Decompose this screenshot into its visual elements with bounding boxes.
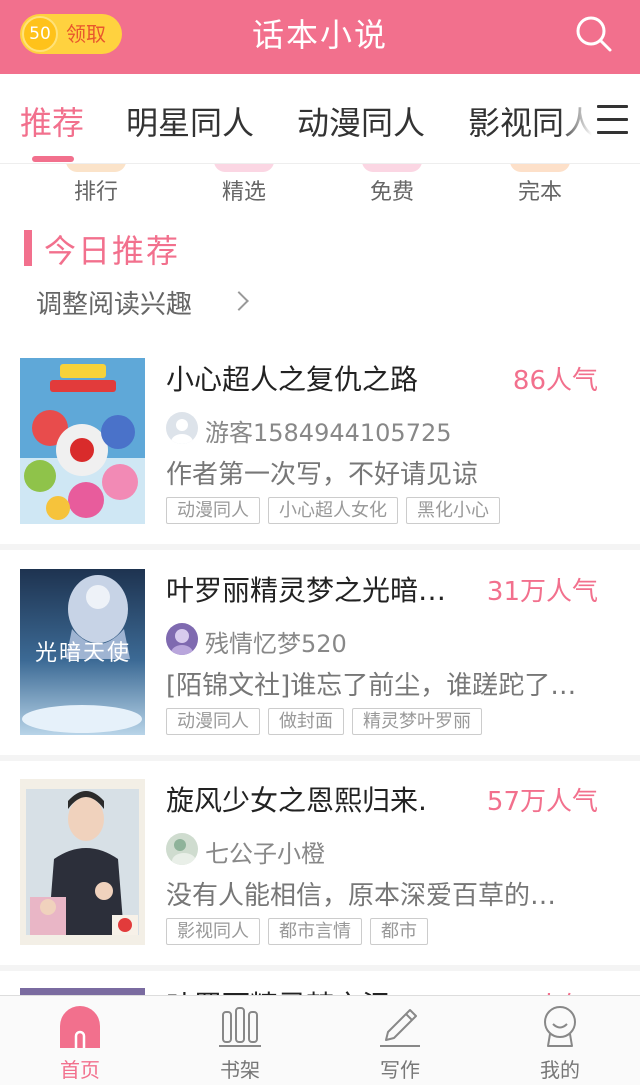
featured-icon: [214, 164, 274, 172]
section-accent-bar: [24, 230, 32, 266]
cover-title: 光暗天使: [34, 641, 131, 666]
nav-bookshelf[interactable]: 书架: [160, 996, 320, 1085]
book-cover: [20, 779, 145, 945]
book-tags: 动漫同人 做封面 精灵梦叶罗丽: [166, 708, 490, 736]
category-tabs: 推荐 明星同人 动漫同人 影视同人: [0, 74, 640, 164]
book-tags: 动漫同人 小心超人女化 黑化小心: [166, 497, 508, 525]
tab-celebrity-fanfic[interactable]: 明星同人: [126, 98, 254, 144]
app-header: 50 领取 话本小说: [0, 0, 640, 74]
book-title: 叶罗丽精灵梦之光暗…: [166, 574, 447, 607]
book-popularity: 31万人气: [486, 577, 598, 607]
book-popularity: 57万人气: [486, 787, 598, 817]
chevron-right-icon: [229, 291, 249, 311]
book-popularity: 86人气: [512, 366, 598, 396]
tab-anime-fanfic[interactable]: 动漫同人: [297, 98, 425, 144]
nav-profile-label: 我的: [540, 1058, 580, 1082]
book-tag[interactable]: 影视同人: [166, 918, 260, 945]
book-tag[interactable]: 黑化小心: [406, 497, 500, 524]
book-author: 残情忆梦520: [205, 630, 347, 658]
book-tag[interactable]: 都市言情: [268, 918, 362, 945]
book-tag[interactable]: 动漫同人: [166, 708, 260, 735]
shortcut-free-label: 免费: [369, 180, 414, 205]
bottom-nav: 首页 书架 写作 我的: [0, 995, 640, 1085]
section-title: 今日推荐: [44, 232, 181, 270]
book-description: 没有人能相信，原本深爱百草的…: [166, 881, 557, 911]
completed-icon: [510, 164, 570, 172]
free-icon: [362, 164, 422, 172]
shortcut-featured[interactable]: 精选: [184, 164, 304, 210]
book-cover: 光暗天使: [20, 569, 145, 735]
avatar: [166, 623, 198, 655]
pencil-icon: [378, 1004, 422, 1048]
home-icon: [58, 1004, 102, 1048]
search-icon[interactable]: [572, 12, 616, 56]
nav-home-label: 首页: [60, 1058, 100, 1082]
shortcut-ranking[interactable]: 排行: [36, 164, 156, 210]
shortcut-completed[interactable]: 完本: [480, 164, 600, 210]
shortcut-free[interactable]: 免费: [332, 164, 452, 210]
book-description: [陌锦文社]谁忘了前尘，谁蹉跎了…: [166, 671, 577, 701]
book-tag[interactable]: 小心超人女化: [268, 497, 398, 524]
menu-icon[interactable]: [592, 74, 640, 162]
nav-bookshelf-label: 书架: [220, 1058, 260, 1082]
book-description: 作者第一次写，不好请见谅: [166, 460, 479, 490]
bookshelf-icon: [218, 1004, 262, 1048]
nav-write-label: 写作: [380, 1058, 420, 1082]
app-title: 话本小说: [251, 16, 388, 54]
book-author: 七公子小橙: [205, 840, 325, 868]
shortcut-ranking-label: 排行: [73, 180, 118, 205]
book-tag[interactable]: 都市: [370, 918, 428, 945]
book-tag[interactable]: 精灵梦叶罗丽: [352, 708, 482, 735]
book-tag[interactable]: 做封面: [268, 708, 344, 735]
book-cover: [20, 358, 145, 524]
book-title: 旋风少女之恩熙归来.: [166, 784, 427, 817]
book-author: 游客1584944105725: [205, 419, 452, 447]
nav-profile[interactable]: 我的: [480, 996, 640, 1085]
shortcut-featured-label: 精选: [221, 180, 266, 205]
nav-home[interactable]: 首页: [0, 996, 160, 1085]
nav-write[interactable]: 写作: [320, 996, 480, 1085]
tab-recommend[interactable]: 推荐: [20, 98, 84, 144]
avatar: [166, 412, 198, 444]
category-shortcuts: 排行 精选 免费 完本: [0, 164, 640, 210]
adjust-interest-link[interactable]: 调整阅读兴趣: [36, 284, 192, 321]
ranking-icon: [66, 164, 126, 172]
tab-fade: [560, 74, 592, 162]
active-tab-indicator: [32, 156, 74, 162]
book-tags: 影视同人 都市言情 都市: [166, 918, 436, 946]
book-title: 小心超人之复仇之路: [166, 363, 419, 396]
shortcut-completed-label: 完本: [517, 180, 562, 205]
avatar: [166, 833, 198, 865]
book-tag[interactable]: 动漫同人: [166, 497, 260, 524]
profile-icon: [538, 1004, 582, 1048]
